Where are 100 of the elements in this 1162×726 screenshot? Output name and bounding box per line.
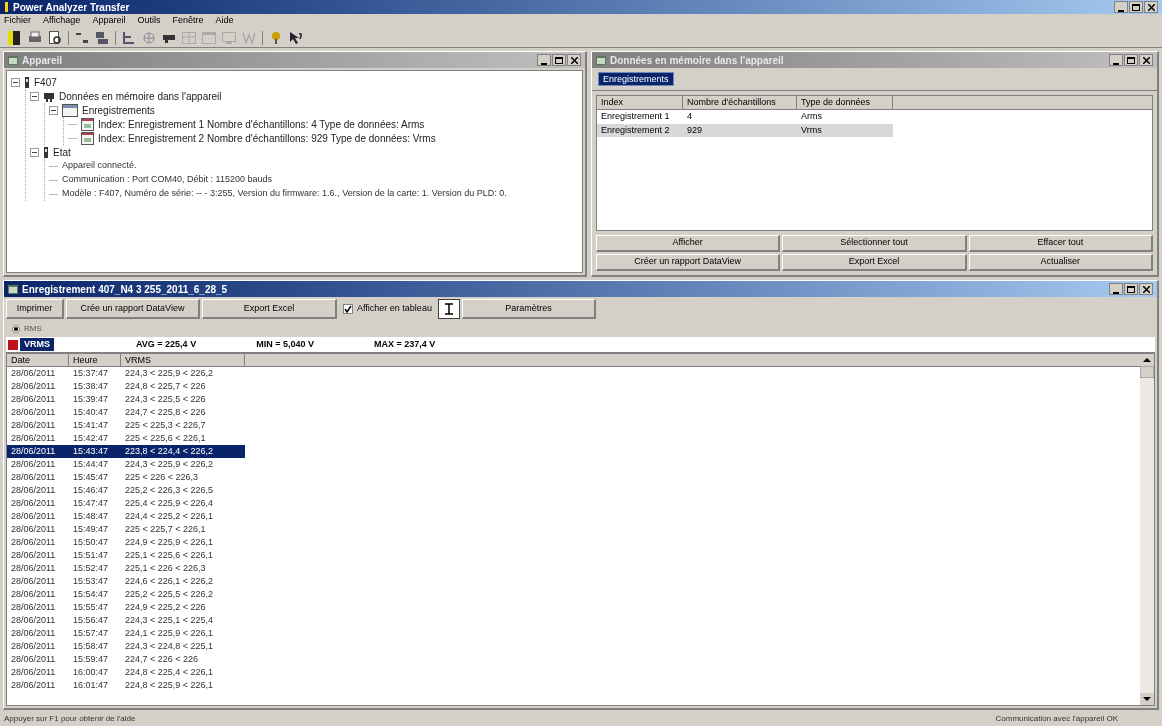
tab[interactable]: Enregistrements	[598, 72, 674, 86]
minimize-icon	[1118, 10, 1124, 12]
collapse-icon[interactable]	[11, 77, 20, 87]
table-cell-text: 28/06/2011	[10, 574, 57, 588]
column-header[interactable]: Type de données	[797, 96, 893, 110]
table-cell-text: 225 < 225,3 < 226,7	[124, 418, 207, 432]
minimize-icon	[541, 63, 547, 65]
collapse-icon[interactable]	[30, 91, 39, 101]
table-cell-text: 224,7 < 225,8 < 226	[124, 405, 207, 419]
close-icon	[1142, 56, 1150, 64]
toolbar-button[interactable]: Export Excel	[202, 299, 337, 319]
table-cell-text: 15:41:47	[72, 418, 110, 432]
action-button[interactable]: Actualiser	[968, 254, 1153, 271]
table-cell-text: 28/06/2011	[10, 678, 57, 692]
menu-item[interactable]: Appareil	[92, 14, 126, 28]
close-button[interactable]	[1139, 283, 1153, 295]
column-header[interactable]: Date	[7, 354, 69, 367]
scrollbar[interactable]	[1140, 354, 1154, 705]
window-icon	[596, 55, 606, 65]
column-header[interactable]: VRMS	[121, 354, 245, 367]
cursor-button[interactable]	[437, 299, 460, 319]
close-button[interactable]	[567, 54, 581, 66]
scroll-thumb-icon[interactable]	[1140, 366, 1154, 378]
table-cell-text: 28/06/2011	[10, 652, 57, 666]
maximize-button[interactable]	[1124, 283, 1138, 295]
tree-icon[interactable]	[122, 30, 136, 45]
collapse-icon[interactable]	[30, 147, 39, 157]
toolbar-button[interactable]: Imprimer	[6, 299, 64, 319]
table-cell-text: 28/06/2011	[10, 587, 57, 601]
tree-item[interactable]: Index: Enregistrement 2 Nombre d'échantillons: 929 Type de données: Vrms	[98, 130, 436, 146]
toolbar-button[interactable]: Crée un rapport DataView	[66, 299, 200, 319]
device-icon	[24, 76, 30, 88]
maximize-icon	[1127, 285, 1135, 293]
table-cell-text: 224,7 < 226 < 226	[124, 652, 200, 666]
tree-item[interactable]: Modèle : F407, Numéro de série: -- - 3:255, Version du firmware: 1.6., Version de la carte: 1. Version du PLD: 0.	[62, 187, 507, 201]
action-button[interactable]: Effacer tout	[968, 235, 1153, 252]
tree-item[interactable]: Enregistrements	[82, 102, 155, 118]
table-cell-text: 224,8 < 225,4 < 226,1	[124, 665, 215, 679]
table-cell-text: 224,3 < 224,8 < 225,1	[124, 639, 215, 653]
maximize-button[interactable]	[552, 54, 566, 66]
list-cell-text: Vrms	[800, 123, 823, 137]
table-cell-text: 224,3 < 225,1 < 225,4	[124, 613, 215, 627]
minimize-icon	[1113, 292, 1119, 294]
table-cell-text: 224,9 < 225,2 < 226	[124, 600, 207, 614]
maximize-icon	[1127, 56, 1135, 64]
table-cell-text: 28/06/2011	[10, 457, 57, 471]
preview-icon[interactable]	[48, 30, 62, 45]
action-button[interactable]: Export Excel	[782, 254, 967, 271]
close-icon	[1142, 285, 1150, 293]
tree-item[interactable]: Données en mémoire dans l'appareil	[59, 88, 222, 104]
column-header[interactable]: Nombre d'échantillons	[683, 96, 797, 110]
computer-icon[interactable]	[95, 30, 109, 45]
table-row[interactable]: 28/06/2011 15:43:47 223,8 < 224,4 < 226,2	[7, 445, 245, 458]
tree-item[interactable]: Index: Enregistrement 1 Nombre d'échantillons: 4 Type de données: Arms	[98, 116, 425, 132]
minus-icon	[13, 79, 18, 85]
settings-button[interactable]: Paramètres	[461, 299, 596, 319]
table-cell-text: 224,3 < 225,9 < 226,2	[124, 457, 215, 471]
action-button[interactable]: Créer un rapport DataView	[596, 254, 781, 271]
table-cell-text: 223,8 < 224,4 < 226,2	[124, 444, 215, 458]
pane-title: Données en mémoire dans l'appareil	[610, 53, 784, 68]
radio-button[interactable]	[12, 325, 20, 333]
maximize-button[interactable]	[1129, 1, 1143, 13]
menu-item[interactable]: Affichage	[43, 14, 81, 28]
statistic: MAX = 237,4 V	[373, 337, 436, 351]
tree-item[interactable]: Etat	[53, 144, 71, 160]
table-cell-text: 28/06/2011	[10, 509, 57, 523]
minus-icon	[32, 149, 37, 155]
tree-item[interactable]: F407	[34, 74, 57, 90]
action-button[interactable]: Sélectionner tout	[782, 235, 967, 252]
close-button[interactable]	[1144, 1, 1158, 13]
list-cell-text: Arms	[800, 110, 823, 123]
show-table-checkbox[interactable]: Afficher en tableau	[339, 302, 436, 316]
table-cell-text: 28/06/2011	[10, 522, 57, 536]
menu-item[interactable]: Fichier	[4, 14, 31, 28]
column-header[interactable]: Index	[597, 96, 683, 110]
series-name: VRMS	[20, 337, 54, 352]
collapse-icon[interactable]	[49, 105, 58, 115]
minimize-button[interactable]	[1109, 283, 1123, 295]
column-header[interactable]: Heure	[69, 354, 121, 367]
maximize-button[interactable]	[1124, 54, 1138, 66]
text-cursor-icon	[442, 303, 455, 315]
tree-item[interactable]: Appareil connecté.	[62, 159, 137, 173]
scroll-down-icon[interactable]	[1140, 693, 1154, 705]
window-icon	[8, 284, 18, 294]
menu-item[interactable]: Aide	[215, 14, 234, 28]
minimize-button[interactable]	[537, 54, 551, 66]
minimize-button[interactable]	[1109, 54, 1123, 66]
minimize-button[interactable]	[1114, 1, 1128, 13]
scroll-up-icon[interactable]	[1140, 354, 1154, 366]
tree-item[interactable]: Communication : Port COM40, Débit : 115200 bauds	[62, 173, 272, 187]
table-cell-text: 28/06/2011	[10, 535, 57, 549]
action-button[interactable]: Afficher	[596, 235, 781, 252]
printer-icon[interactable]	[28, 30, 42, 45]
close-button[interactable]	[1139, 54, 1153, 66]
table-cell-text: 15:46:47	[72, 483, 110, 497]
table-cell-text: 225,2 < 226,3 < 226,5	[124, 483, 215, 497]
context-help-icon[interactable]	[289, 30, 303, 45]
menu-item[interactable]: Fenêtre	[172, 14, 204, 28]
list-cell-text: 4	[686, 110, 693, 123]
menu-item[interactable]: Outils	[137, 14, 161, 28]
